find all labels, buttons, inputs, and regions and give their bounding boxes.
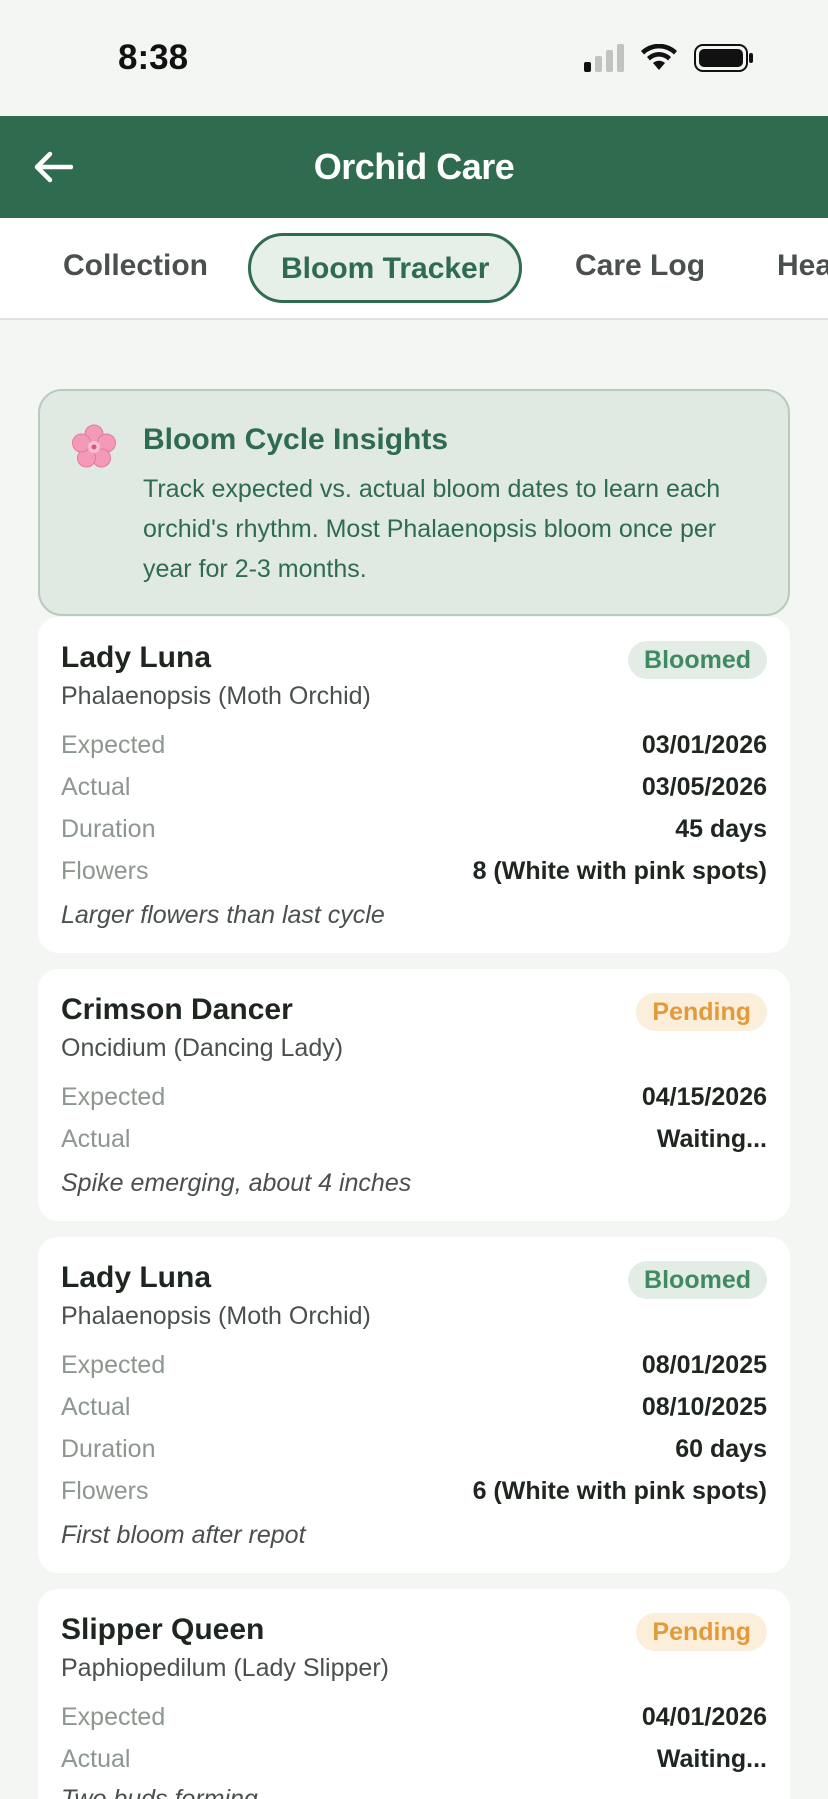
actual-label: Actual (61, 1744, 131, 1773)
flowers-value: 8 (White with pink spots) (472, 856, 767, 885)
expected-value: 04/01/2026 (641, 1702, 767, 1731)
insight-text: Track expected vs. actual bloom dates to… (143, 475, 721, 583)
card-note: Two buds forming (61, 1785, 258, 1799)
orchid-name: Lady Luna (61, 1261, 212, 1294)
expected-row: Expected 04/01/2026 (61, 1697, 767, 1737)
expected-label: Expected (61, 1082, 166, 1111)
actual-value: 08/10/2025 (641, 1392, 767, 1421)
insight-title: Bloom Cycle Insights (143, 423, 449, 456)
actual-value: 03/05/2026 (641, 772, 767, 801)
expected-value: 03/01/2026 (641, 730, 767, 759)
actual-label: Actual (61, 772, 131, 801)
flowers-value: 6 (White with pink spots) (472, 1476, 767, 1505)
flowers-row: Flowers 8 (White with pink spots) (61, 851, 767, 891)
flowers-label: Flowers (61, 1476, 149, 1505)
actual-label: Actual (61, 1124, 131, 1153)
actual-value: Waiting... (656, 1124, 767, 1153)
duration-value: 60 days (675, 1434, 767, 1463)
page-title: Orchid Care (313, 146, 515, 187)
actual-row: Actual 03/05/2026 (61, 767, 767, 807)
expected-value: 04/15/2026 (641, 1082, 767, 1111)
bloom-card[interactable]: Lady Luna Bloomed Phalaenopsis (Moth Orc… (38, 1237, 790, 1573)
tab-bar: Collection Bloom Tracker Care Log Hea (0, 218, 828, 320)
orchid-name: Crimson Dancer (61, 993, 293, 1026)
expected-row: Expected 08/01/2025 (61, 1345, 767, 1385)
app-header: Orchid Care (0, 116, 828, 218)
actual-row: Actual 08/10/2025 (61, 1387, 767, 1427)
duration-label: Duration (61, 814, 156, 843)
cellular-signal-icon (584, 44, 624, 72)
tab-collection[interactable]: Collection (63, 233, 208, 303)
tab-bloom-tracker[interactable]: Bloom Tracker (248, 233, 523, 303)
card-note: Larger flowers than last cycle (61, 901, 385, 929)
flower-icon (72, 424, 116, 468)
bloom-card[interactable]: Lady Luna Bloomed Phalaenopsis (Moth Orc… (38, 617, 790, 953)
duration-row: Duration 60 days (61, 1429, 767, 1469)
actual-row: Actual Waiting... (61, 1739, 767, 1779)
expected-label: Expected (61, 730, 166, 759)
status-badge: Bloomed (628, 641, 767, 679)
card-note: First bloom after repot (61, 1521, 306, 1549)
duration-value: 45 days (675, 814, 767, 843)
status-time: 8:38 (118, 38, 189, 77)
tab-care-log[interactable]: Care Log (575, 233, 705, 303)
bloom-insights-banner: Bloom Cycle Insights Track expected vs. … (38, 389, 790, 616)
expected-row: Expected 04/15/2026 (61, 1077, 767, 1117)
orchid-name: Lady Luna (61, 641, 212, 674)
expected-label: Expected (61, 1702, 166, 1731)
expected-value: 08/01/2025 (641, 1350, 767, 1379)
card-note: Spike emerging, about 4 inches (61, 1169, 412, 1197)
orchid-name: Slipper Queen (61, 1613, 265, 1646)
status-bar: 8:38 (0, 0, 828, 116)
expected-row: Expected 03/01/2026 (61, 725, 767, 765)
expected-label: Expected (61, 1350, 166, 1379)
wifi-icon (641, 44, 677, 70)
orchid-species: Phalaenopsis (Moth Orchid) (61, 682, 371, 710)
actual-row: Actual Waiting... (61, 1119, 767, 1159)
duration-row: Duration 45 days (61, 809, 767, 849)
tab-health[interactable]: Hea (777, 233, 828, 303)
status-badge: Bloomed (628, 1261, 767, 1299)
orchid-species: Oncidium (Dancing Lady) (61, 1034, 344, 1062)
actual-value: Waiting... (656, 1744, 767, 1773)
actual-label: Actual (61, 1392, 131, 1421)
orchid-species: Phalaenopsis (Moth Orchid) (61, 1302, 371, 1330)
flowers-label: Flowers (61, 856, 149, 885)
status-badge: Pending (636, 993, 767, 1031)
bloom-card[interactable]: Slipper Queen Pending Paphiopedilum (Lad… (38, 1589, 790, 1799)
status-icons (584, 44, 754, 72)
battery-icon (694, 44, 753, 72)
flowers-row: Flowers 6 (White with pink spots) (61, 1471, 767, 1511)
status-badge: Pending (636, 1613, 767, 1651)
orchid-species: Paphiopedilum (Lady Slipper) (61, 1654, 389, 1682)
duration-label: Duration (61, 1434, 156, 1463)
bloom-card[interactable]: Crimson Dancer Pending Oncidium (Dancing… (38, 969, 790, 1221)
